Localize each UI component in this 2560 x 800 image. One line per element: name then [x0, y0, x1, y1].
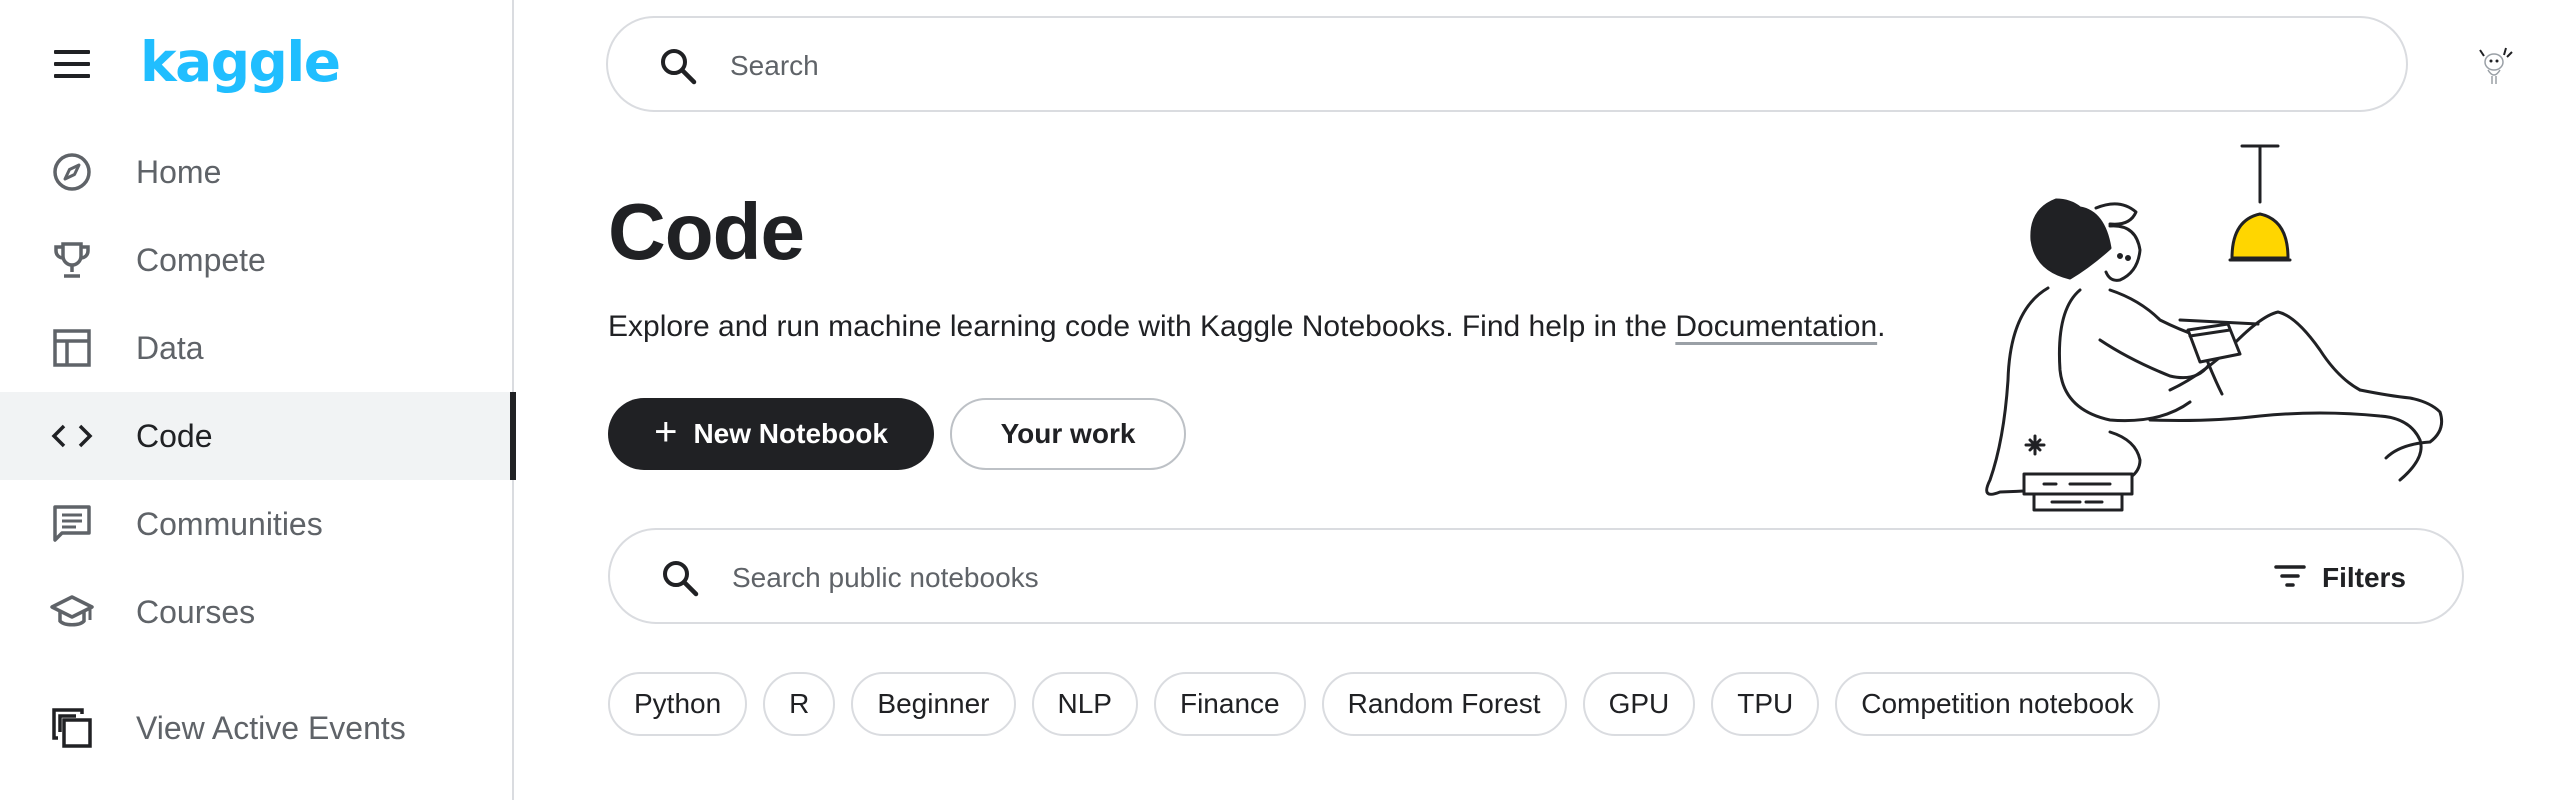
- chip-r[interactable]: R: [763, 672, 836, 736]
- chip-beginner[interactable]: Beginner: [851, 672, 1016, 736]
- chip-competition-notebook[interactable]: Competition notebook: [1835, 672, 2160, 736]
- sidebar-item-label: Courses: [136, 593, 256, 630]
- documentation-link[interactable]: Documentation: [1675, 310, 1877, 343]
- new-notebook-button[interactable]: + New Notebook: [608, 398, 934, 470]
- filters-label: Filters: [2321, 562, 2406, 593]
- filters-button[interactable]: Filters: [2274, 556, 2406, 600]
- sidebar-item-label: Code: [136, 417, 213, 454]
- chip-random-forest[interactable]: Random Forest: [1321, 672, 1567, 736]
- plus-icon: +: [654, 410, 678, 454]
- table-icon: [50, 326, 94, 370]
- sidebar-item-label: Compete: [136, 241, 266, 278]
- sidebar: kaggle Home Compete Data Code Communitie…: [0, 0, 516, 800]
- sidebar-item-code[interactable]: Code: [0, 392, 516, 480]
- sidebar-item-label: View Active Events: [136, 709, 406, 746]
- description-period: .: [1877, 310, 1886, 343]
- sidebar-item-courses[interactable]: Courses: [0, 568, 514, 656]
- chip-tpu[interactable]: TPU: [1711, 672, 1820, 736]
- filter-chips: Python R Beginner NLP Finance Random For…: [608, 672, 2160, 736]
- sidebar-item-compete[interactable]: Compete: [0, 216, 514, 304]
- sidebar-item-label: Communities: [136, 505, 323, 542]
- avatar[interactable]: [2466, 36, 2522, 92]
- code-icon: [50, 414, 94, 458]
- search-icon: [658, 46, 698, 86]
- filter-icon: [2274, 562, 2306, 595]
- sidebar-item-view-active-events[interactable]: View Active Events: [0, 684, 514, 772]
- sidebar-item-label: Home: [136, 153, 222, 190]
- school-icon: [50, 590, 94, 634]
- sidebar-item-data[interactable]: Data: [0, 304, 514, 392]
- sidebar-item-communities[interactable]: Communities: [0, 480, 514, 568]
- copy-icon: [50, 706, 94, 750]
- notebook-search-input[interactable]: [732, 550, 2232, 606]
- new-notebook-label: New Notebook: [693, 418, 888, 449]
- sidebar-item-label: Data: [136, 329, 204, 366]
- search-input[interactable]: [730, 38, 2330, 94]
- trophy-icon: [50, 238, 94, 282]
- notebook-search[interactable]: Filters: [608, 528, 2464, 624]
- chip-gpu[interactable]: GPU: [1582, 672, 1696, 736]
- kaggle-logo[interactable]: kaggle: [140, 30, 341, 94]
- your-work-button[interactable]: Your work: [950, 398, 1186, 470]
- compass-icon: [50, 150, 94, 194]
- page-description: Explore and run machine learning code wi…: [608, 310, 1885, 344]
- comment-icon: [50, 502, 94, 546]
- menu-icon[interactable]: [50, 46, 94, 82]
- description-text: Explore and run machine learning code wi…: [608, 310, 1676, 343]
- sidebar-item-home[interactable]: Home: [0, 128, 514, 216]
- header-illustration: [1960, 140, 2480, 520]
- chip-python[interactable]: Python: [608, 672, 748, 736]
- search-icon: [660, 558, 700, 598]
- site-search[interactable]: [606, 16, 2408, 112]
- page-title: Code: [608, 187, 805, 276]
- chip-finance[interactable]: Finance: [1153, 672, 1306, 736]
- chip-nlp[interactable]: NLP: [1031, 672, 1138, 736]
